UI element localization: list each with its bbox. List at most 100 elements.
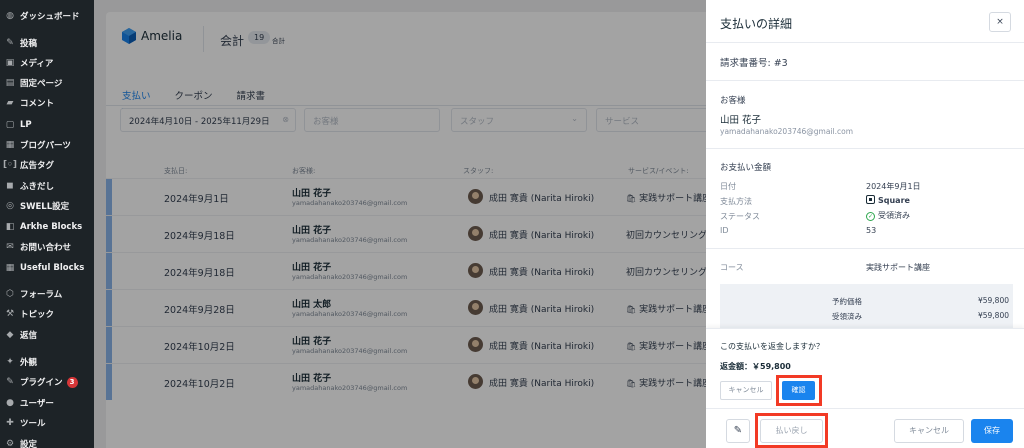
user-icon: ● [6,398,14,408]
highlight-box [776,375,822,406]
topic-icon: ⚒ [5,309,15,319]
wp-menu-label: お問い合わせ [20,243,72,253]
refund-cancel-button[interactable]: キャンセル [720,381,772,400]
wp-menu-item[interactable]: ▦ ブログパーツ [0,135,94,155]
media-icon: ▣ [5,58,15,68]
wp-menu-item[interactable]: ⚙ 設定 [0,434,94,448]
wp-menu-item[interactable]: ● ユーザー [0,393,94,413]
wp-menu-item[interactable]: ◆ 返信 [0,325,94,345]
wp-menu-label: ふきだし [20,182,55,192]
wp-menu-label: Useful Blocks [20,263,85,273]
customer-email: yamadahanako203746@gmail.com [720,127,854,136]
wp-menu-item[interactable]: ▢ LP [0,115,94,135]
highlight-box [755,413,828,448]
price-label: 予約価格 [832,297,862,306]
balloon-icon: ◼ [6,181,14,191]
wp-menu-item[interactable]: ⚒ トピック [0,304,94,324]
close-button[interactable]: × [989,12,1011,32]
wp-menu-item[interactable]: ▦ Useful Blocks [0,258,94,278]
price-value: ¥59,800 [977,296,1009,305]
wp-menu-item[interactable]: ✉ お問い合わせ [0,237,94,257]
wp-menu-item[interactable]: ⬡ フォーラム [0,284,94,304]
settings-icon: ⚙ [5,439,15,448]
forum-icon: ⬡ [6,289,14,299]
wp-menu-item[interactable]: ✎ プラグイン 3 [0,372,94,392]
modal-overlay[interactable] [94,0,706,448]
id-value: 53 [866,226,877,235]
refund-cancel-label: キャンセル [728,386,764,394]
status-value: ✓ 受領済み [866,210,910,221]
wp-menu-label: ツール [20,419,46,429]
useful-blocks-icon: ▦ [5,263,15,273]
wp-menu-item[interactable]: ✦ 外観 [0,352,94,372]
dashboard-icon: ◍ [6,11,14,21]
date-value: 2024年9月1日 [866,182,921,191]
wp-menu-item[interactable]: ▣ メディア [0,53,94,73]
wp-menu-label: プラグイン [20,378,63,388]
reply-icon: ◆ [6,330,14,340]
pencil-icon: ✎ [733,425,743,436]
cancel-button[interactable]: キャンセル [894,419,964,443]
wp-menu-item[interactable]: [◦] 広告タグ [0,155,94,175]
divider [706,148,1024,149]
course-value: 実践サポート講座 [866,263,930,272]
wp-menu-label: ダッシュボード [20,12,80,22]
refund-question: この支払いを返金しますか？ [720,342,824,351]
wp-menu-label: フォーラム [20,290,63,300]
price-value: ¥59,800 [977,311,1009,320]
method-value: Square [866,195,910,205]
edit-button[interactable]: ✎ [726,419,750,443]
swell-icon: ◎ [6,201,14,211]
save-button[interactable]: 保存 [971,419,1013,443]
refund-amount: 返金額：￥59,800 [720,362,791,371]
wp-menu-item[interactable]: ▰ コメント [0,93,94,113]
amount-heading: お支払い金額 [720,163,772,173]
check-circle-icon: ✓ [866,212,875,221]
plugin-icon: ✎ [6,377,14,387]
wp-menu-item[interactable]: ▤ 固定ページ [0,73,94,93]
mail-icon: ✉ [6,242,14,252]
price-summary: 予約価格 ¥59,800 受領済み ¥59,800 [720,284,1013,332]
wp-menu-item[interactable]: ✚ ツール [0,413,94,433]
payment-detail-drawer: 支払いの詳細 × 請求書番号: #3 お客様 山田 花子 yamadahanak… [706,0,1024,448]
status-label: ステータス [720,212,760,221]
wp-menu-label: LP [20,120,32,130]
square-logo-icon [866,195,875,204]
wp-menu-item[interactable]: ◧ Arkhe Blocks [0,217,94,237]
wp-menu-item[interactable]: ✎ 投稿 [0,33,94,53]
wp-menu-label: ユーザー [20,399,54,409]
wp-menu-item[interactable]: ◼ ふきだし [0,176,94,196]
price-label: 受領済み [832,312,862,321]
wp-menu-label: 固定ページ [20,79,63,89]
tool-icon: ✚ [6,418,14,428]
customer-name: 山田 花子 [720,115,762,126]
status-text: 受領済み [878,211,910,220]
date-label: 日付 [720,182,736,191]
wp-menu-label: 外観 [20,358,38,368]
wp-menu-label: 広告タグ [20,161,55,171]
wp-menu-label: Arkhe Blocks [20,222,83,232]
wp-menu-label: ブログパーツ [20,141,71,151]
arkhe-icon: ◧ [5,222,15,232]
wp-menu-label: 設定 [20,440,38,448]
wp-menu-label: 投稿 [20,39,38,49]
wp-admin-sidebar: ◍ ダッシュボード ✎ 投稿 ▣ メディア ▤ 固定ページ ▰ コメント ▢ LP ▦ ブログパーツ [◦]… [0,0,94,448]
update-count-badge: 3 [66,376,78,388]
method-text: Square [878,196,910,205]
refund-confirmation: この支払いを返金しますか？ 返金額：￥59,800 キャンセル 確認 [706,328,1024,408]
customer-heading: お客様 [720,96,746,106]
appearance-icon: ✦ [6,357,14,367]
invoice-number: 請求書番号: #3 [720,58,788,69]
lp-icon: ▢ [5,120,15,130]
comment-icon: ▰ [6,98,14,108]
divider [706,42,1024,43]
close-icon: × [996,17,1004,27]
divider [706,248,1024,249]
blog-parts-icon: ▦ [5,140,15,150]
drawer-title: 支払いの詳細 [720,17,793,31]
wp-menu-item[interactable]: ◎ SWELL設定 [0,196,94,216]
wp-menu-label: SWELL設定 [20,202,70,212]
wp-menu-item[interactable]: ◍ ダッシュボード [0,6,94,26]
ad-tag-icon: [◦] [3,160,17,170]
course-label: コース [720,263,744,272]
